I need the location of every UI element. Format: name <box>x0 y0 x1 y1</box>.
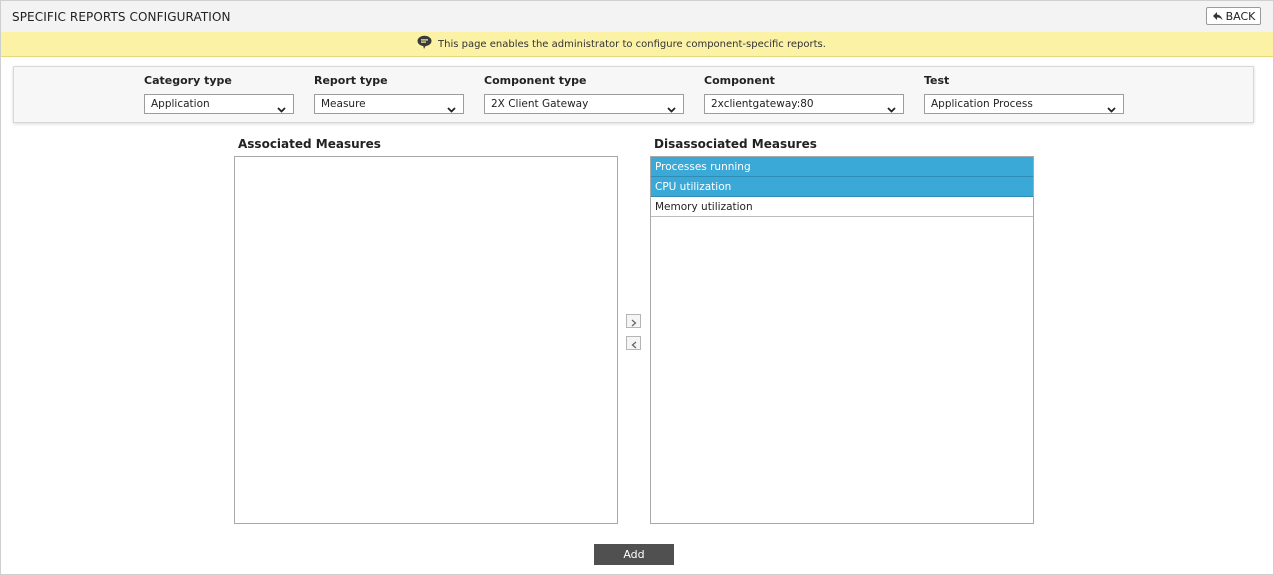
category-type-value: Application <box>151 98 210 110</box>
report-type-label: Report type <box>314 74 388 87</box>
back-arrow-icon <box>1212 11 1223 21</box>
test-label: Test <box>924 74 950 87</box>
component-type-filter: Component type 2X Client Gateway <box>484 74 684 114</box>
report-type-value: Measure <box>321 98 366 110</box>
speech-bubble-icon <box>417 35 432 54</box>
report-type-select[interactable]: Measure <box>314 94 464 114</box>
disassociated-measures-title: Disassociated Measures <box>654 137 817 151</box>
add-button[interactable]: Add <box>594 544 674 565</box>
chevron-down-icon <box>667 101 676 119</box>
chevron-left-icon <box>631 334 637 353</box>
component-value: 2xclientgateway:80 <box>711 98 814 110</box>
test-filter: Test Application Process <box>924 74 1124 114</box>
chevron-down-icon <box>887 101 896 119</box>
chevron-down-icon <box>447 101 456 119</box>
component-filter: Component 2xclientgateway:80 <box>704 74 904 114</box>
associated-measures-title: Associated Measures <box>238 137 381 151</box>
page-header: SPECIFIC REPORTS CONFIGURATION BACK <box>1 1 1273 33</box>
chevron-right-icon <box>631 312 637 331</box>
category-type-select[interactable]: Application <box>144 94 294 114</box>
move-left-button[interactable] <box>626 336 641 350</box>
list-item[interactable]: Processes running <box>651 157 1033 177</box>
category-type-label: Category type <box>144 74 232 87</box>
page-title: SPECIFIC REPORTS CONFIGURATION <box>12 10 231 24</box>
component-label: Component <box>704 74 775 87</box>
info-bar: This page enables the administrator to c… <box>1 32 1273 57</box>
chevron-down-icon <box>277 101 286 119</box>
test-select[interactable]: Application Process <box>924 94 1124 114</box>
move-right-button[interactable] <box>626 314 641 328</box>
category-type-filter: Category type Application <box>144 74 294 114</box>
chevron-down-icon <box>1107 101 1116 119</box>
component-select[interactable]: 2xclientgateway:80 <box>704 94 904 114</box>
info-message: This page enables the administrator to c… <box>438 39 826 50</box>
report-type-filter: Report type Measure <box>314 74 464 114</box>
filter-panel: Category type Application Report type Me… <box>13 66 1254 123</box>
disassociated-measures-list[interactable]: Processes running CPU utilization Memory u… <box>650 156 1034 524</box>
component-type-select[interactable]: 2X Client Gateway <box>484 94 684 114</box>
list-item[interactable]: Memory utilization <box>651 197 1033 217</box>
back-button[interactable]: BACK <box>1206 7 1261 25</box>
associated-measures-list[interactable] <box>234 156 618 524</box>
test-value: Application Process <box>931 98 1033 110</box>
component-type-label: Component type <box>484 74 587 87</box>
back-button-label: BACK <box>1225 9 1256 23</box>
component-type-value: 2X Client Gateway <box>491 98 589 110</box>
list-item[interactable]: CPU utilization <box>651 177 1033 197</box>
